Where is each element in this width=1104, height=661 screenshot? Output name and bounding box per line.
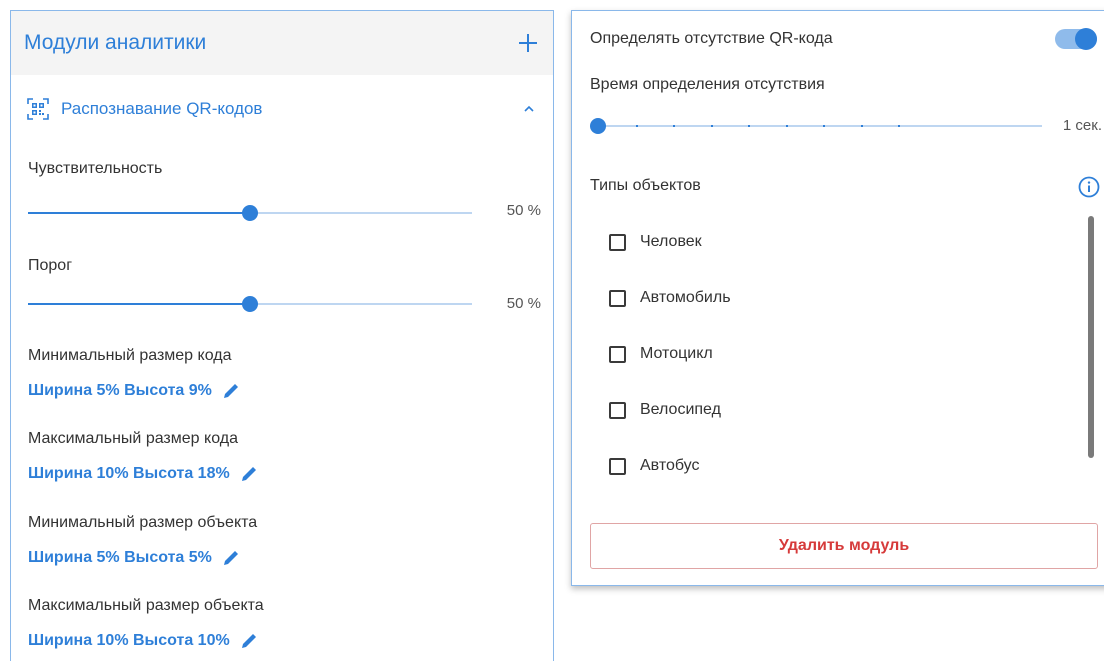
add-module-plus-icon[interactable]: [517, 32, 539, 54]
max-code-size-label: Максимальный размер кода: [28, 430, 238, 447]
sensitivity-slider-fill: [28, 212, 250, 214]
max-code-size-value: Ширина 10% Высота 18%: [28, 465, 230, 482]
pencil-icon: [241, 634, 256, 648]
threshold-label: Порог: [28, 257, 73, 274]
min-code-size-link[interactable]: Ширина 5% Высота 9%: [28, 382, 240, 400]
slider-tick: [635, 125, 638, 127]
absence-time-slider[interactable]: [590, 118, 1042, 134]
sensitivity-slider-thumb[interactable]: [242, 205, 258, 221]
pencil-icon: [223, 384, 238, 398]
module-name: Распознавание QR-кодов: [61, 99, 263, 118]
pencil-icon: [223, 551, 238, 565]
module-settings-panel: Определять отсутствие QR-кода Время опре…: [571, 10, 1104, 586]
object-type-car[interactable]: Автомобиль: [609, 289, 731, 307]
object-type-label: Мотоцикл: [640, 345, 713, 362]
info-icon[interactable]: [1078, 176, 1100, 198]
object-type-label: Автомобиль: [640, 289, 731, 306]
slider-tick: [710, 125, 713, 127]
object-type-label: Автобус: [640, 457, 700, 474]
object-types-scrollbar[interactable]: [1088, 216, 1094, 458]
slider-tick: [748, 125, 750, 127]
object-type-bicycle[interactable]: Велосипед: [609, 401, 721, 419]
toggle-knob: [1075, 28, 1097, 50]
object-type-motorcycle[interactable]: Мотоцикл: [609, 345, 713, 363]
max-object-size-link[interactable]: Ширина 10% Высота 10%: [28, 632, 258, 650]
detect-absence-toggle[interactable]: [1055, 28, 1097, 50]
object-type-label: Человек: [640, 233, 702, 250]
absence-time-label: Время определения отсутствия: [590, 76, 825, 93]
min-object-size-link[interactable]: Ширина 5% Высота 5%: [28, 549, 240, 567]
sensitivity-value: 50 %: [506, 202, 541, 219]
checkbox[interactable]: [609, 289, 626, 307]
checkbox[interactable]: [609, 345, 626, 363]
sensitivity-slider[interactable]: [28, 205, 472, 221]
object-type-person[interactable]: Человек: [609, 233, 702, 251]
threshold-value: 50 %: [506, 295, 541, 312]
checkbox[interactable]: [609, 401, 626, 419]
object-types-label: Типы объектов: [590, 177, 701, 194]
max-object-size-value: Ширина 10% Высота 10%: [28, 632, 230, 649]
checkbox[interactable]: [609, 457, 626, 475]
analytics-modules-panel: Модули аналитики Распознавание QR-кодов: [10, 10, 554, 661]
chevron-up-icon[interactable]: [521, 101, 537, 117]
absence-time-value: 1 сек.: [1062, 117, 1102, 134]
threshold-slider-thumb[interactable]: [242, 296, 258, 312]
qr-code-icon: [27, 98, 49, 120]
delete-module-button[interactable]: Удалить модуль: [590, 523, 1098, 569]
sensitivity-label: Чувствительность: [28, 160, 163, 177]
slider-tick: [898, 125, 900, 127]
slider-tick: [860, 125, 863, 127]
pencil-icon: [241, 467, 256, 481]
slider-ticks: [598, 125, 1042, 127]
min-code-size-value: Ширина 5% Высота 9%: [28, 382, 212, 399]
panel-header: Модули аналитики: [11, 11, 553, 75]
min-code-size-label: Минимальный размер кода: [28, 347, 232, 364]
panel-title: Модули аналитики: [24, 31, 207, 54]
min-object-size-value: Ширина 5% Высота 5%: [28, 549, 212, 566]
detect-absence-label: Определять отсутствие QR-кода: [590, 30, 833, 47]
min-object-size-label: Минимальный размер объекта: [28, 514, 258, 531]
module-qr-recognition-header[interactable]: Распознавание QR-кодов: [11, 83, 553, 135]
max-code-size-link[interactable]: Ширина 10% Высота 18%: [28, 465, 258, 483]
slider-tick: [673, 125, 675, 127]
absence-time-slider-thumb[interactable]: [590, 118, 606, 134]
threshold-slider-fill: [28, 303, 250, 305]
slider-tick: [785, 125, 788, 127]
checkbox[interactable]: [609, 233, 626, 251]
threshold-slider[interactable]: [28, 296, 472, 312]
object-type-label: Велосипед: [640, 401, 721, 418]
object-type-bus[interactable]: Автобус: [609, 457, 700, 475]
slider-tick: [823, 125, 825, 127]
max-object-size-label: Максимальный размер объекта: [28, 597, 264, 614]
